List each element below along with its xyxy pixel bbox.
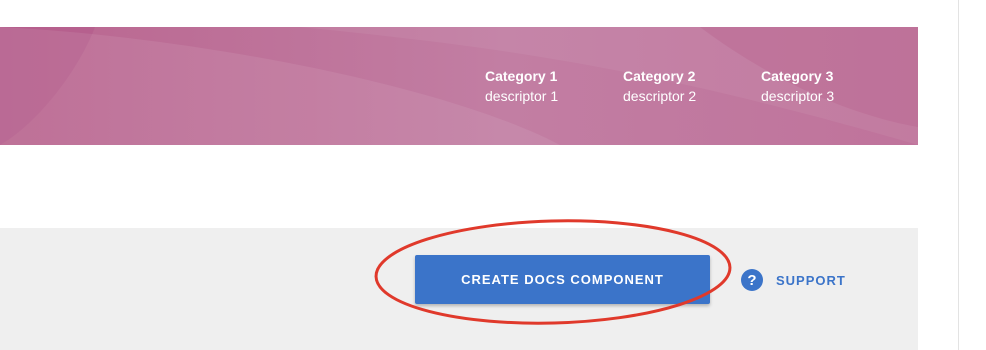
category-descriptor: descriptor 3 <box>761 88 835 104</box>
category-list: Category 1 descriptor 1 Category 2 descr… <box>485 66 899 106</box>
create-docs-component-button[interactable]: CREATE DOCS COMPONENT <box>415 255 710 304</box>
category-title: Category 1 <box>485 68 558 84</box>
category-title: Category 3 <box>761 68 834 84</box>
vertical-divider <box>958 0 959 350</box>
support-link[interactable]: ? SUPPORT <box>741 268 846 292</box>
category-title: Category 2 <box>623 68 696 84</box>
help-circle-icon: ? <box>741 269 763 291</box>
category-item-3[interactable]: Category 3 descriptor 3 <box>761 66 899 106</box>
category-item-1[interactable]: Category 1 descriptor 1 <box>485 66 623 106</box>
right-gutter <box>918 0 986 350</box>
category-descriptor: descriptor 2 <box>623 88 697 104</box>
main-content: Category 1 descriptor 1 Category 2 descr… <box>0 0 918 350</box>
category-descriptor: descriptor 1 <box>485 88 559 104</box>
category-item-2[interactable]: Category 2 descriptor 2 <box>623 66 761 106</box>
header-banner: Category 1 descriptor 1 Category 2 descr… <box>0 27 918 145</box>
support-label: SUPPORT <box>776 272 846 288</box>
content-spacer <box>0 145 918 228</box>
